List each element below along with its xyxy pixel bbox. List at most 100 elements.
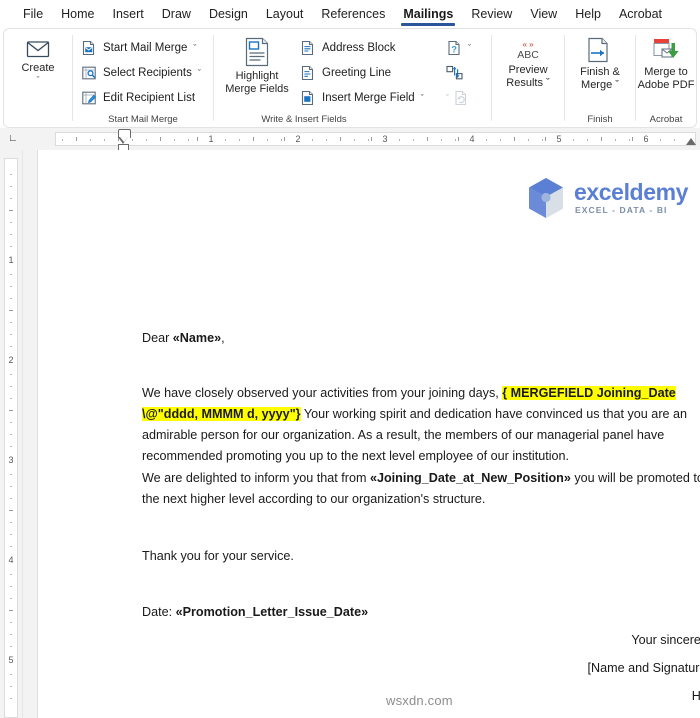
match-fields-icon [446, 65, 464, 81]
group-label-finish: Finish [587, 114, 613, 125]
document-page[interactable]: exceldemy EXCEL - DATA - BI Dear «Name»,… [37, 150, 700, 718]
highlight-merge-fields-label-line2: Merge Fields [225, 83, 289, 95]
create-caret-icon[interactable]: ˇ [37, 76, 40, 85]
v-ruler-number-4: 4 [8, 555, 14, 565]
ruler-number-1: 1 [208, 134, 214, 144]
select-recipients-caret-icon[interactable]: ˇ [198, 68, 201, 78]
ruler-number-3: 3 [382, 134, 388, 144]
update-labels-caret-icon[interactable]: ˇ [446, 93, 449, 103]
tab-draw[interactable]: Draw [153, 3, 200, 26]
select-recipients-button[interactable]: Select Recipients ˇ [81, 62, 201, 84]
finish-and-merge-label-line2: Merge ˇ [581, 79, 619, 91]
merge-field-promotion-letter-issue-date: «Promotion_Letter_Issue_Date» [175, 605, 369, 619]
signature-closing: Your sincerely [631, 633, 700, 647]
merge-field-joining-date-at-new-position: «Joining_Date_at_New_Position» [369, 471, 571, 485]
greeting-line-button[interactable]: Greeting Line [300, 62, 391, 84]
signature-name-placeholder: [Name and Signature] [587, 661, 700, 675]
tab-references[interactable]: References [312, 3, 394, 26]
v-ruler-number-1: 1 [8, 255, 14, 265]
highlight-merge-fields-button[interactable]: Highlight Merge Fields [224, 37, 290, 96]
tab-design[interactable]: Design [200, 3, 257, 26]
ribbon-group-write-insert-fields: Highlight Merge Fields Address Block Gre… [214, 29, 471, 127]
tab-stop-selector[interactable]: ∟ [8, 132, 18, 146]
exceldemy-cube-logo [525, 176, 567, 220]
ruler-number-4: 4 [469, 134, 475, 144]
select-recipients-icon [81, 65, 97, 81]
vertical-ruler[interactable]: 1 2 3 4 5 [0, 150, 23, 718]
address-block-button[interactable]: Address Block [300, 37, 396, 59]
finish-and-merge-label-line1: Finish & [580, 66, 620, 78]
exceldemy-logo-text: exceldemy EXCEL - DATA - BI [574, 180, 688, 216]
paragraph-1-before: We have closely observed your activities… [142, 386, 503, 400]
match-fields-button[interactable] [446, 62, 464, 84]
rules-caret-icon[interactable]: ˇ [468, 43, 471, 53]
insert-merge-field-label: Insert Merge Field [322, 92, 415, 104]
ribbon-group-create: Create ˇ [4, 29, 72, 127]
greeting-line-label: Greeting Line [322, 67, 392, 79]
merge-to-adobe-pdf-button[interactable]: Merge to Adobe PDF [634, 37, 698, 92]
edit-recipient-list-label: Edit Recipient List [103, 92, 196, 104]
right-indent-marker[interactable] [686, 138, 696, 145]
preview-results-button[interactable]: « » ABC Preview Results ˇ [496, 37, 560, 90]
preview-results-label-line1: Preview [508, 64, 548, 76]
svg-text:?: ? [451, 44, 457, 54]
edit-recipient-list-button[interactable]: Edit Recipient List [81, 87, 195, 109]
merge-to-adobe-pdf-icon [651, 37, 681, 63]
salutation-line: Dear «Name», [142, 328, 225, 349]
v-ruler-number-2: 2 [8, 355, 14, 365]
logo-tagline: EXCEL - DATA - BI [575, 204, 668, 215]
start-mail-merge-icon [81, 40, 97, 56]
hanging-indent-marker-inner [119, 137, 128, 142]
create-button[interactable]: Create ˇ [16, 39, 60, 85]
ribbon-tab-bar: File Home Insert Draw Design Layout Refe… [0, 0, 700, 28]
insert-merge-field-button[interactable]: Insert Merge Field ˇ [300, 87, 424, 109]
paragraph-2-before: We are delighted to inform you that from [142, 471, 370, 485]
update-labels-button[interactable]: ˇ [446, 87, 469, 109]
tab-layout[interactable]: Layout [257, 3, 313, 26]
merge-field-name: «Name» [172, 331, 222, 345]
group-label-acrobat: Acrobat [649, 114, 683, 125]
insert-merge-field-caret-icon[interactable]: ˇ [421, 93, 424, 103]
finish-merge-caret-icon[interactable]: ˇ [615, 79, 619, 91]
site-watermark: wsxdn.com [386, 693, 453, 708]
paragraph-1: We have closely observed your activities… [142, 383, 700, 467]
ruler-number-2: 2 [295, 134, 301, 144]
group-label-write-insert-fields: Write & Insert Fields [261, 114, 347, 125]
v-ruler-number-5: 5 [8, 655, 14, 665]
horizontal-ruler-track[interactable] [55, 132, 696, 146]
start-mail-merge-button[interactable]: Start Mail Merge ˇ [81, 37, 196, 59]
tab-review[interactable]: Review [462, 3, 521, 26]
highlight-merge-fields-icon [243, 37, 271, 67]
exceldemy-logo: exceldemy EXCEL - DATA - BI [525, 176, 688, 220]
create-label: Create [21, 62, 55, 74]
envelope-icon [26, 39, 50, 59]
tab-insert[interactable]: Insert [104, 3, 153, 26]
thanks-line: Thank you for your service. [142, 549, 294, 563]
salutation-suffix: , [221, 331, 225, 345]
tab-home[interactable]: Home [52, 3, 103, 26]
tab-view[interactable]: View [521, 3, 566, 26]
highlight-merge-fields-label-line1: Highlight [235, 70, 279, 82]
ribbon-group-preview-results: « » ABC Preview Results ˇ [492, 29, 564, 127]
ribbon-group-start-mail-merge: Start Mail Merge ˇ Select Recipients ˇ E… [73, 29, 213, 127]
preview-results-caret-icon[interactable]: ˇ [546, 77, 550, 89]
finish-merge-icon [585, 37, 615, 63]
address-block-label: Address Block [322, 42, 396, 54]
ruler-number-5: 5 [556, 134, 562, 144]
ruler-number-6: 6 [643, 134, 649, 144]
merge-to-adobe-pdf-label-line1: Merge to [644, 66, 688, 78]
ribbon: Create ˇ Start Mail Merge ˇ Select Recip… [3, 28, 697, 128]
horizontal-ruler[interactable]: ∟ 1 2 3 4 5 6 [0, 128, 700, 151]
salutation-prefix: Dear [142, 331, 173, 345]
date-label: Date: [142, 605, 176, 619]
group-label-start-mail-merge: Start Mail Merge [108, 114, 178, 125]
finish-and-merge-button[interactable]: Finish & Merge ˇ [569, 37, 631, 92]
tab-help[interactable]: Help [566, 3, 610, 26]
ribbon-group-finish: Finish & Merge ˇ Finish [565, 29, 635, 127]
document-canvas[interactable]: exceldemy EXCEL - DATA - BI Dear «Name»,… [23, 150, 700, 718]
start-mail-merge-caret-icon[interactable]: ˇ [193, 43, 196, 53]
rules-button[interactable]: ? ˇ [446, 37, 471, 59]
tab-mailings[interactable]: Mailings [394, 3, 462, 26]
tab-file[interactable]: File [14, 3, 52, 26]
tab-acrobat[interactable]: Acrobat [610, 3, 671, 26]
